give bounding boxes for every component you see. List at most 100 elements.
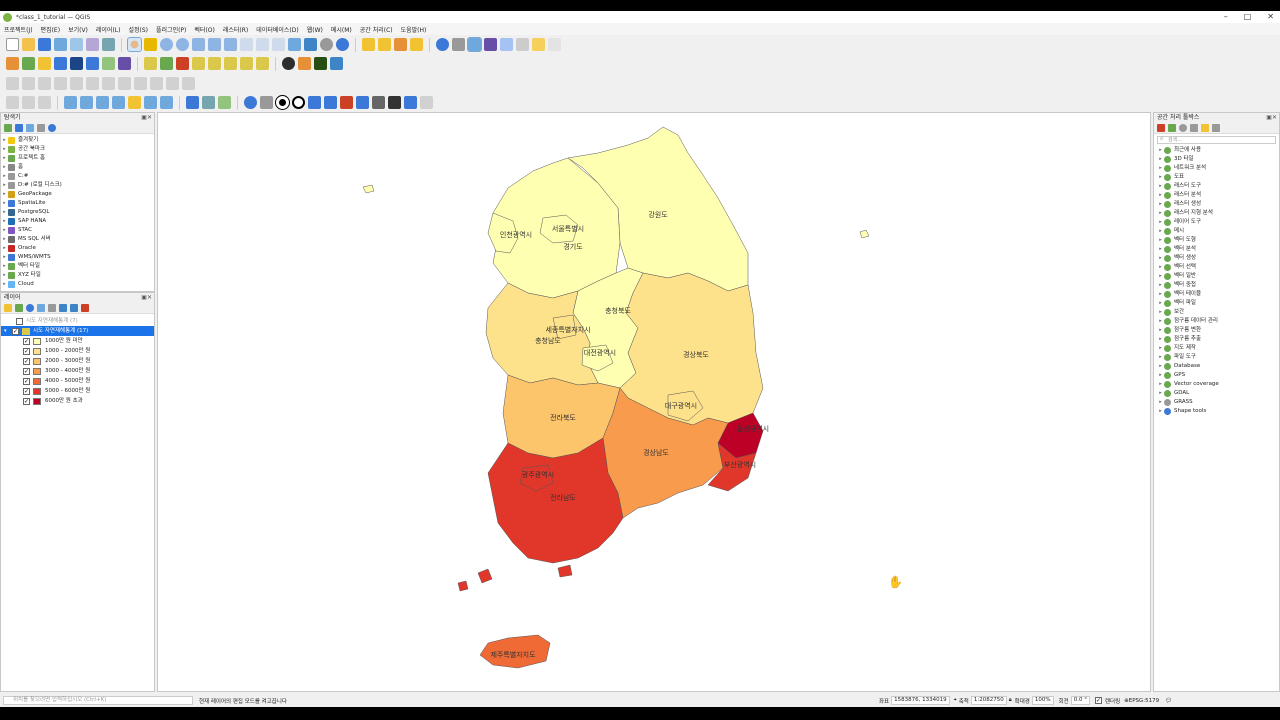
measure-icon[interactable] — [218, 96, 231, 109]
expand-arrow-icon[interactable]: ▸ — [1157, 146, 1164, 155]
expand-arrow-icon[interactable]: ▸ — [1157, 164, 1164, 173]
record-circle-icon[interactable] — [275, 95, 290, 110]
expand-arrow-icon[interactable]: ▸ — [1157, 362, 1164, 371]
scripts-icon[interactable] — [1168, 124, 1176, 132]
expand-arrow-icon[interactable]: ▸ — [1157, 272, 1164, 281]
legend-checkbox[interactable]: ✓ — [23, 387, 30, 395]
legend-checkbox[interactable]: ✓ — [23, 337, 30, 345]
expand-arrow-icon[interactable]: ▸ — [1157, 299, 1164, 308]
plugin-icon[interactable] — [330, 57, 343, 70]
expand-arrow-icon[interactable]: ▸ — [1, 154, 8, 163]
expand-arrow-icon[interactable]: ▸ — [1, 280, 8, 289]
delete-selected-icon[interactable] — [102, 77, 115, 90]
toolbox-item[interactable]: ▸ 벡터 선택 — [1154, 263, 1279, 272]
select-features-icon[interactable] — [362, 38, 375, 51]
browser-item[interactable]: ▸ 즐겨찾기 — [1, 136, 154, 145]
maximize-button[interactable]: □ — [1244, 11, 1252, 23]
collapse-all-icon[interactable] — [37, 124, 45, 132]
locator-search-input[interactable]: 위치를 찾으려면 입력하십시오 (Ctrl+K) — [3, 696, 193, 705]
scale-field[interactable]: 1:2082750 — [970, 696, 1007, 705]
menu-settings[interactable]: 설정(S) — [128, 25, 148, 34]
tools-icon[interactable] — [260, 96, 273, 109]
new-map-view-icon[interactable] — [288, 38, 301, 51]
menu-vector[interactable]: 벡터(O) — [194, 25, 214, 34]
crosshair-icon[interactable] — [292, 96, 305, 109]
legend-item[interactable]: ✓ 1000만 원 미만 — [1, 336, 154, 346]
browser-item[interactable]: ▸ WMS/WMTS — [1, 253, 154, 262]
expand-arrow-icon[interactable]: ▸ — [1157, 200, 1164, 209]
expand-arrow-icon[interactable]: ▸ — [1, 208, 8, 217]
models-icon[interactable] — [1157, 124, 1165, 132]
toolbox-item[interactable]: ▸ 래스터 생성 — [1154, 200, 1279, 209]
show-hide-label-icon[interactable] — [160, 96, 173, 109]
legend-checkbox[interactable]: ✓ — [23, 377, 30, 385]
panel-float-close-icon[interactable]: ▣✕ — [1266, 113, 1277, 123]
expand-arrow-icon[interactable]: ▸ — [1157, 155, 1164, 164]
highlight-label-icon[interactable] — [96, 96, 109, 109]
expand-arrow-icon[interactable]: ▸ — [1, 145, 8, 154]
node-tool-icon[interactable] — [86, 77, 99, 90]
messages-icon[interactable]: 💬︎ — [1165, 698, 1172, 704]
toolbox-item[interactable]: ▸ 점구름 추출 — [1154, 335, 1279, 344]
toolbox-item[interactable]: ▸ 네트워크 분석 — [1154, 164, 1279, 173]
coordinate-field[interactable]: 1583876, 1334019 — [891, 696, 950, 705]
toolbox-item[interactable]: ▸ 점구름 변환 — [1154, 326, 1279, 335]
cut-features-icon[interactable] — [118, 77, 131, 90]
expand-arrow-icon[interactable]: ▸ — [1157, 263, 1164, 272]
print-layout-icon[interactable] — [70, 38, 83, 51]
minimize-button[interactable]: – — [1224, 11, 1228, 23]
menu-database[interactable]: 데이터베이스(D) — [256, 25, 298, 34]
render-checkbox[interactable]: ✓ — [1094, 697, 1102, 704]
expand-arrow-icon[interactable]: ▸ — [1157, 182, 1164, 191]
toolbox-item[interactable]: ▸ Database — [1154, 362, 1279, 371]
expand-arrow-icon[interactable]: ▸ — [1157, 398, 1164, 407]
legend-item[interactable]: ✓ 5000 - 6000만 원 — [1, 386, 154, 396]
select-by-value-icon[interactable] — [378, 38, 391, 51]
toggle-editing-icon[interactable] — [22, 77, 35, 90]
move-label-icon[interactable] — [112, 96, 125, 109]
expand-arrow-icon[interactable]: ▸ — [1157, 380, 1164, 389]
digitize-line-icon[interactable] — [144, 57, 157, 70]
toolbox-item[interactable]: ▸ Vector coverage — [1154, 380, 1279, 389]
layer-visibility-checkbox[interactable] — [16, 317, 23, 325]
browser-item[interactable]: ▸ STAC — [1, 226, 154, 235]
expand-arrow-icon[interactable]: ▸ — [1, 262, 8, 271]
browser-item[interactable]: ▸ D:# (로컬 디스크) — [1, 181, 154, 190]
toolbox-item[interactable]: ▸ GDAL — [1154, 389, 1279, 398]
toolbox-item[interactable]: ▸ 래스터 지형 분석 — [1154, 209, 1279, 218]
scale-lock-icon[interactable]: 🔒︎ — [1009, 697, 1012, 704]
refresh-icon[interactable] — [336, 38, 349, 51]
legend-checkbox[interactable]: ✓ — [23, 347, 30, 355]
legend-checkbox[interactable]: ✓ — [23, 367, 30, 375]
legend-item[interactable]: ✓ 1000 - 2000만 원 — [1, 346, 154, 356]
expand-arrow-icon[interactable]: ▸ — [1157, 389, 1164, 398]
attribute-table-icon[interactable] — [452, 38, 465, 51]
georeferencer-icon[interactable] — [186, 96, 199, 109]
filter-legend-icon[interactable] — [37, 304, 45, 312]
rotate-label-icon[interactable] — [128, 96, 141, 109]
zoom-selection-icon[interactable] — [208, 38, 221, 51]
style-manager-icon[interactable] — [102, 38, 115, 51]
toolbox-item[interactable]: ▸ 벡터 일반 — [1154, 272, 1279, 281]
layer-visibility-checkbox[interactable]: ✓ — [12, 327, 19, 335]
split-parts-icon[interactable] — [340, 96, 353, 109]
add-wms-icon[interactable] — [102, 57, 115, 70]
legend-checkbox[interactable]: ✓ — [23, 397, 30, 405]
grid-icon[interactable] — [314, 57, 327, 70]
panel-float-close-icon[interactable]: ▣✕ — [141, 113, 152, 123]
expression-filter-icon[interactable] — [48, 304, 56, 312]
expand-arrow-icon[interactable]: ▸ — [1, 244, 8, 253]
rotate-feature-icon[interactable] — [38, 96, 51, 109]
expand-arrow-icon[interactable]: ▸ — [1157, 281, 1164, 290]
toolbox-item[interactable]: ▸ 3D 타일 — [1154, 155, 1279, 164]
expand-arrow-icon[interactable]: ▸ — [1157, 353, 1164, 362]
add-raster-layer-icon[interactable] — [38, 57, 51, 70]
toolbox-item[interactable]: ▸ 점구름 데이터 관리 — [1154, 317, 1279, 326]
offset-curve-icon[interactable] — [22, 96, 35, 109]
zoom-full-icon[interactable] — [192, 38, 205, 51]
bookmark-icon[interactable] — [304, 38, 317, 51]
browser-item[interactable]: ▸ 공간 북마크 — [1, 145, 154, 154]
measure-line-icon[interactable] — [516, 38, 529, 51]
legend-checkbox[interactable]: ✓ — [23, 357, 30, 365]
toolbox-item[interactable]: ▸ 파일 도구 — [1154, 353, 1279, 362]
